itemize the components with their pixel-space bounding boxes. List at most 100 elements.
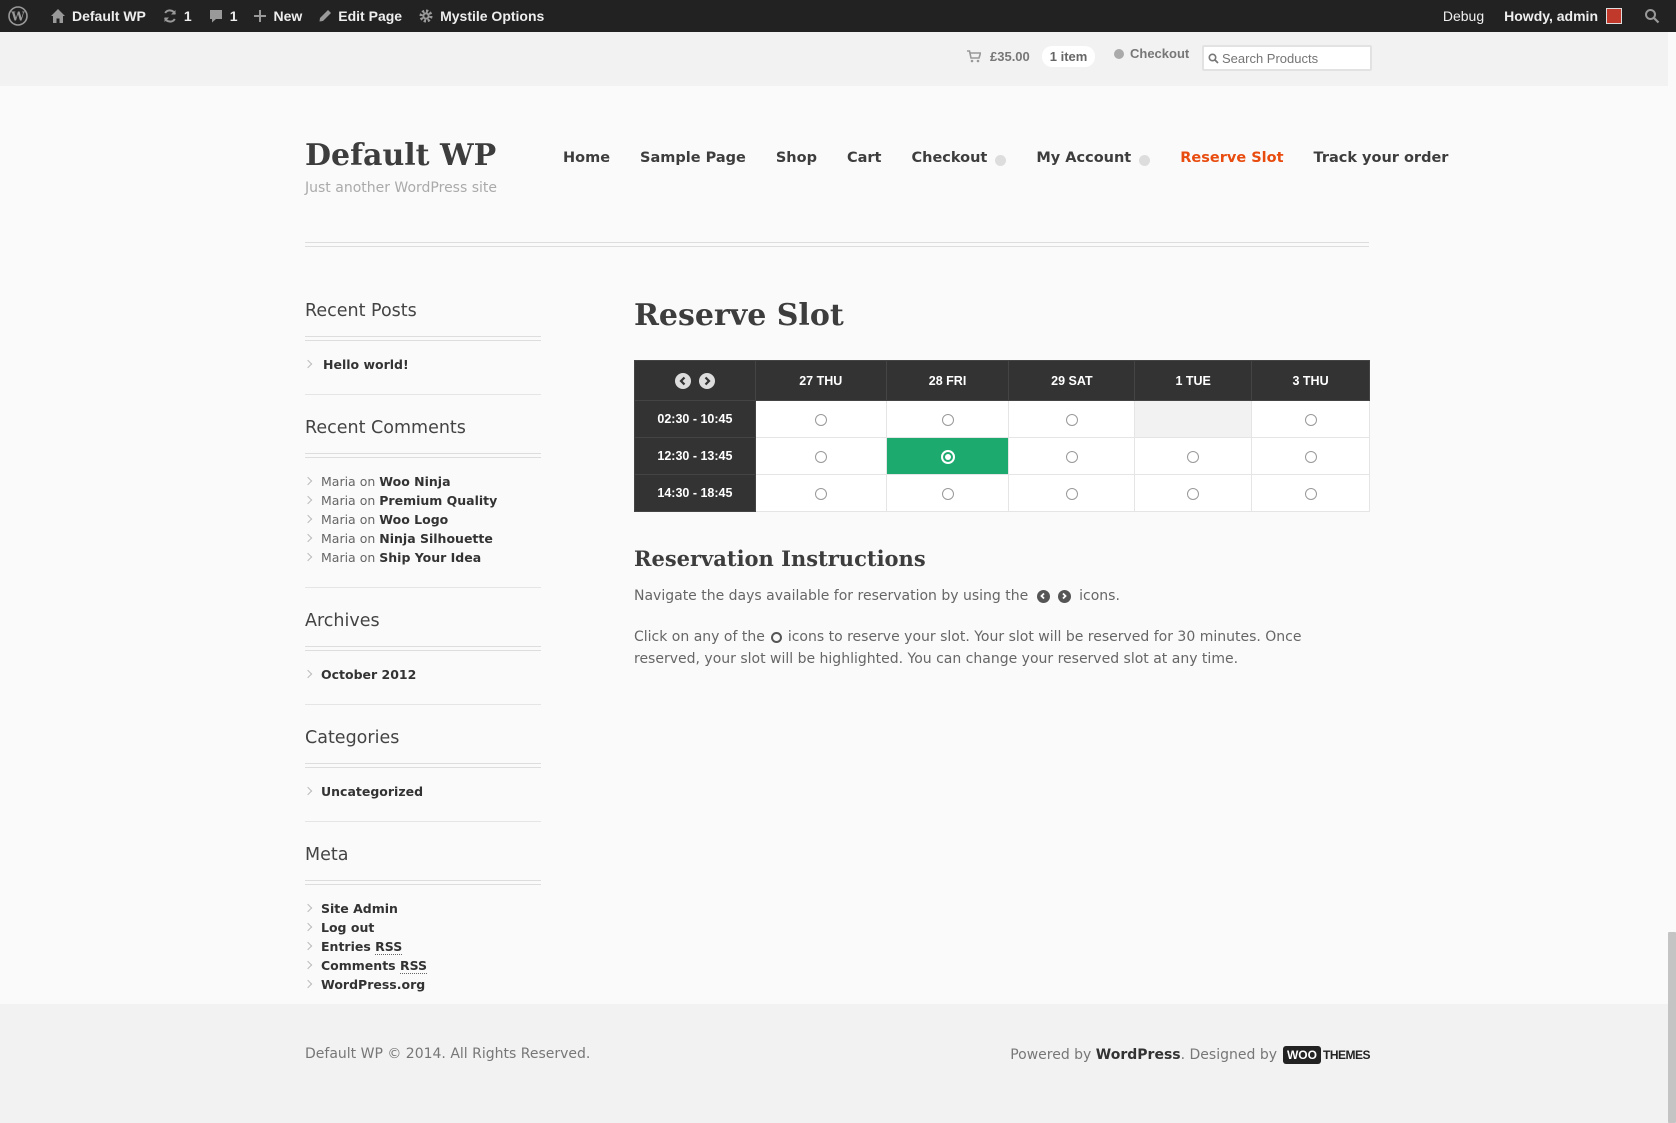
slot-cell[interactable] xyxy=(885,400,1010,438)
nav-item-my-account[interactable]: My Account xyxy=(1036,150,1151,166)
widget-separator xyxy=(305,394,541,395)
slot-radio-icon xyxy=(1187,488,1200,501)
slot-radio-icon xyxy=(814,414,827,427)
widget-divider xyxy=(305,646,541,651)
list-item: Comments RSS xyxy=(305,956,541,975)
cart-icon xyxy=(967,50,981,63)
comment-author: Maria xyxy=(321,531,356,546)
time-label: 02:30 - 10:45 xyxy=(634,400,756,438)
rss-abbr: RSS xyxy=(375,939,403,955)
site-name-link[interactable]: Default WP xyxy=(42,0,154,32)
checkout-icon xyxy=(1114,48,1124,59)
wordpress-icon: W xyxy=(8,6,28,26)
slot-cell-selected[interactable] xyxy=(885,437,1010,475)
comments-rss-link[interactable]: Comments RSS xyxy=(321,958,428,974)
list-item: Maria on Premium Quality xyxy=(305,491,541,510)
new-content-link[interactable]: New xyxy=(245,0,310,32)
site-name-label: Default WP xyxy=(72,8,146,24)
table-row: 14:30 - 18:45 xyxy=(634,474,1370,512)
day-header: 1 TUE xyxy=(1134,360,1253,401)
archive-link[interactable]: October 2012 xyxy=(321,667,416,682)
slot-radio-icon xyxy=(1065,451,1078,464)
slot-cell[interactable] xyxy=(1251,437,1370,475)
category-link[interactable]: Uncategorized xyxy=(321,784,423,799)
reservation-table: 27 THU 28 FRI 29 SAT 1 TUE 3 THU 02:30 -… xyxy=(634,360,1370,512)
comment-post-link[interactable]: Premium Quality xyxy=(379,493,497,508)
rss-abbr: RSS xyxy=(399,958,428,974)
comment-post-link[interactable]: Ship Your Idea xyxy=(379,550,481,565)
debug-link[interactable]: Debug xyxy=(1435,0,1492,32)
site-title[interactable]: Default WP xyxy=(305,138,496,173)
radio-icon xyxy=(770,631,782,643)
edit-page-link[interactable]: Edit Page xyxy=(310,0,410,32)
main-navigation: Home Sample Page Shop Cart Checkout My A… xyxy=(563,150,1448,166)
slot-radio-selected-icon xyxy=(940,449,955,464)
site-admin-link[interactable]: Site Admin xyxy=(321,901,398,916)
product-search-input[interactable] xyxy=(1222,50,1370,66)
slot-cell[interactable] xyxy=(1251,474,1370,512)
slot-cell[interactable] xyxy=(1134,474,1253,512)
day-header: 3 THU xyxy=(1251,360,1370,401)
list-item: Site Admin xyxy=(305,899,541,918)
nav-item-checkout[interactable]: Checkout xyxy=(911,150,1007,166)
slot-cell-unavailable xyxy=(1134,400,1253,438)
comment-post-link[interactable]: Ninja Silhouette xyxy=(379,531,493,546)
mini-cart-link[interactable]: £35.00 1 item xyxy=(967,46,1096,67)
nav-item-home[interactable]: Home xyxy=(563,150,610,166)
updates-icon xyxy=(162,8,178,24)
home-icon xyxy=(50,8,66,24)
comments-label: Comments xyxy=(321,958,396,973)
list-item: Maria on Ship Your Idea xyxy=(305,548,541,567)
slot-cell[interactable] xyxy=(754,437,887,475)
nav-item-sample-page[interactable]: Sample Page xyxy=(640,150,746,166)
slot-cell[interactable] xyxy=(1008,400,1136,438)
log-out-link[interactable]: Log out xyxy=(321,920,374,935)
comment-post-link[interactable]: Woo Ninja xyxy=(379,474,450,489)
categories-widget: Categories Uncategorized xyxy=(305,727,541,801)
prev-days-button[interactable] xyxy=(674,372,691,389)
page-scrollbar[interactable] xyxy=(1668,932,1676,1123)
slot-cell[interactable] xyxy=(1134,437,1253,475)
next-days-button[interactable] xyxy=(698,372,715,389)
nav-item-cart[interactable]: Cart xyxy=(847,150,882,166)
comment-post-link[interactable]: Woo Logo xyxy=(379,512,448,527)
widget-title: Meta xyxy=(305,845,349,865)
recent-post-link[interactable]: Hello world! xyxy=(323,357,409,372)
nav-item-shop[interactable]: Shop xyxy=(776,150,817,166)
slot-cell[interactable] xyxy=(1251,400,1370,438)
dropdown-indicator-icon xyxy=(995,154,1007,166)
wordpress-logo-button[interactable]: W xyxy=(0,0,42,32)
admin-search-button[interactable] xyxy=(1630,0,1676,32)
instructions-text: Click on any of the xyxy=(634,629,765,645)
slot-cell[interactable] xyxy=(1008,474,1136,512)
list-item: October 2012 xyxy=(305,665,541,684)
nav-item-label: Cart xyxy=(846,150,882,166)
nav-item-reserve-slot[interactable]: Reserve Slot xyxy=(1180,150,1283,166)
slot-cell[interactable] xyxy=(754,474,887,512)
list-item: Entries RSS xyxy=(305,937,541,956)
topbar-checkout-link[interactable]: Checkout xyxy=(1114,46,1189,61)
list-item: Uncategorized xyxy=(305,782,541,801)
theme-options-label: Mystile Options xyxy=(440,8,545,24)
sidebar: Recent Posts Hello world! Recent Comment… xyxy=(305,300,541,994)
day-header: 27 THU xyxy=(754,360,887,401)
wordpress-link[interactable]: WordPress xyxy=(1096,1047,1181,1063)
list-item: Maria on Ninja Silhouette xyxy=(305,529,541,548)
updates-link[interactable]: 1 xyxy=(154,0,200,32)
my-account-link[interactable]: Howdy, admin xyxy=(1492,0,1630,32)
widget-separator xyxy=(305,704,541,705)
comment-on: on xyxy=(359,550,376,565)
list-item: Log out xyxy=(305,918,541,937)
nav-item-track-order[interactable]: Track your order xyxy=(1314,150,1449,166)
entries-rss-link[interactable]: Entries RSS xyxy=(321,939,403,955)
slot-cell[interactable] xyxy=(1008,437,1136,475)
theme-options-link[interactable]: Mystile Options xyxy=(410,0,552,32)
woothemes-logo-link[interactable]: WOO THEMES xyxy=(1282,1046,1371,1064)
widget-divider xyxy=(305,453,541,458)
comments-link[interactable]: 1 xyxy=(200,0,246,32)
slot-cell[interactable] xyxy=(754,400,887,438)
comment-author: Maria xyxy=(321,550,356,565)
wordpress-org-link[interactable]: WordPress.org xyxy=(321,977,425,992)
slot-cell[interactable] xyxy=(885,474,1010,512)
slot-radio-icon xyxy=(1065,488,1078,501)
